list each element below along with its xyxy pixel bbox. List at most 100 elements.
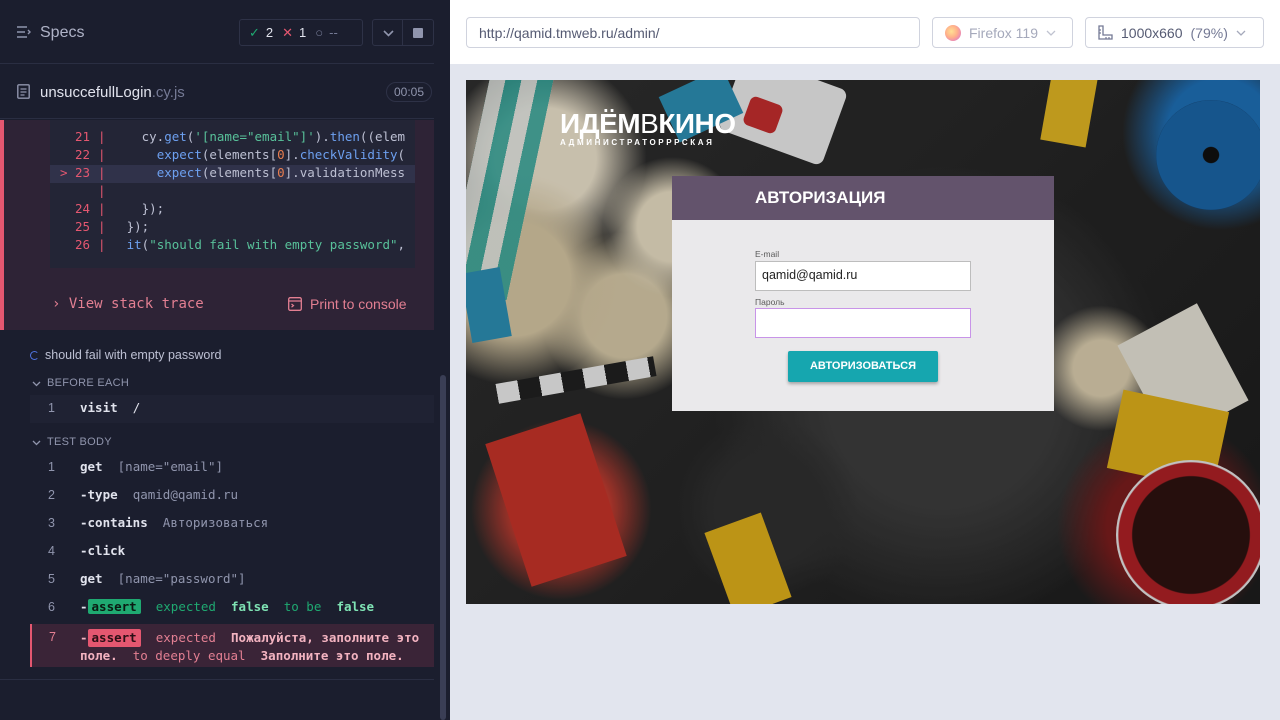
test-title[interactable]: should fail with empty password — [30, 348, 221, 362]
command-arg: Авторизоваться — [162, 515, 269, 530]
code-line: 22 | expect(elements[0].checkValidity( — [74, 147, 406, 162]
test-body-label: TEST BODY — [47, 436, 112, 448]
spec-ext-text: .cy.js — [151, 84, 185, 101]
chevron-down-icon — [32, 440, 41, 445]
site-logo-subtitle: АДМИНИСТРАТОРРРСКАЯ — [560, 138, 715, 147]
email-field[interactable]: qamid@qamid.ru — [755, 261, 971, 291]
command-row[interactable]: 2 -type qamid@qamid.ru — [30, 482, 434, 510]
command-row[interactable]: 1 visit / — [30, 395, 434, 423]
code-line: 24 | }); — [74, 201, 165, 216]
code-line: 25 | }); — [74, 219, 150, 234]
test-stats: ✓ 2 ✕ 1 ○ -- — [239, 19, 363, 46]
command-name: get — [80, 571, 103, 586]
pending-stat: ○ -- — [315, 25, 338, 40]
reporter-panel: Specs ✓ 2 ✕ 1 ○ -- unsuccefullLogin.cy.j… — [0, 0, 450, 720]
stop-icon — [413, 28, 423, 38]
code-frame: 21 | cy.get('[name="email"]').then((elem … — [50, 120, 415, 268]
code-text: expect(elements[0].validationMess — [156, 165, 406, 180]
assert-message: expected false to be false — [155, 599, 375, 614]
print-to-console-button[interactable]: Print to console — [288, 296, 407, 312]
assert-pass-row[interactable]: 6 - assert expected false to be false — [30, 594, 434, 622]
command-arg: [name="email"] — [117, 459, 223, 474]
command-row[interactable]: 3 -contains Авторизоваться — [30, 510, 434, 538]
print-to-console-label: Print to console — [310, 296, 407, 312]
spec-duration-badge: 00:05 — [386, 82, 432, 102]
command-arg: [name="password"] — [117, 571, 246, 586]
pending-count: -- — [329, 25, 338, 40]
login-button[interactable]: АВТОРИЗОВАТЬСЯ — [788, 351, 938, 382]
auth-form: АВТОРИЗАЦИЯ E-mail qamid@qamid.ru Пароль… — [672, 176, 1054, 411]
browser-selector[interactable]: Firefox 119 — [932, 17, 1073, 48]
chevron-down-icon — [32, 381, 41, 386]
site-logo[interactable]: ИДЁМВКИНО — [560, 108, 736, 140]
password-label: Пароль — [755, 297, 785, 307]
code-line: 26 | it("should fail with empty password"… — [74, 237, 406, 252]
command-number: 3 — [48, 516, 55, 530]
spec-name-text: unsuccefullLogin — [40, 84, 152, 101]
assert-message: - assert expected Пожалуйста, заполните э… — [80, 629, 420, 663]
chevron-right-icon: › — [52, 296, 61, 312]
password-field[interactable] — [755, 308, 971, 338]
code-line: 21 | cy.get('[name="email"]').then((elem — [74, 129, 406, 144]
before-each-label: BEFORE EACH — [47, 377, 130, 389]
view-stack-trace-link[interactable]: › View stack trace — [52, 296, 204, 312]
command-row[interactable]: 1 get [name="email"] — [30, 454, 434, 482]
command-number: 1 — [48, 401, 55, 415]
chevron-down-icon — [1046, 30, 1056, 36]
spec-filename[interactable]: unsuccefullLogin.cy.js — [40, 84, 185, 101]
failed-stat: ✕ 1 — [282, 25, 306, 41]
specs-title[interactable]: Specs — [40, 24, 84, 42]
command-number: 2 — [48, 488, 55, 502]
command-name: -click — [80, 543, 126, 558]
x-icon: ✕ — [282, 24, 294, 40]
stop-button[interactable] — [403, 19, 434, 46]
check-icon: ✓ — [249, 24, 260, 40]
view-stack-trace-label: View stack trace — [68, 296, 204, 312]
email-label: E-mail — [755, 249, 780, 259]
running-spinner-icon — [30, 350, 39, 360]
code-text: expect(elements[0].checkValidity( — [156, 147, 406, 162]
command-name: get — [80, 459, 103, 474]
command-number: 6 — [48, 600, 55, 614]
chevron-down-icon — [1236, 30, 1246, 36]
viewport-zoom: (79%) — [1190, 24, 1228, 41]
code-text: it("should fail with empty password", — [126, 237, 406, 252]
command-prefix: - — [80, 599, 88, 614]
assert-badge: assert — [87, 599, 141, 614]
file-icon — [17, 84, 30, 99]
auth-title: АВТОРИЗАЦИЯ — [755, 188, 886, 207]
url-bar[interactable]: http://qamid.tmweb.ru/admin/ — [466, 17, 920, 48]
code-text: }); — [111, 201, 165, 216]
terminal-icon — [288, 297, 302, 311]
firefox-icon — [945, 24, 961, 41]
reporter-scrollbar[interactable] — [440, 375, 446, 720]
assert-fail-row[interactable]: 7 - assert expected Пожалуйста, заполните… — [30, 624, 434, 667]
passed-stat: ✓ 2 — [249, 25, 273, 41]
code-text: }); — [111, 219, 150, 234]
code-line-highlighted: >23 | expect(elements[0].validationMess — [50, 165, 415, 183]
command-row[interactable]: 4 -click — [30, 538, 434, 566]
code-line-gutter: | — [98, 183, 106, 198]
divider — [0, 679, 434, 680]
auth-header: АВТОРИЗАЦИЯ — [672, 176, 1054, 220]
before-each-header[interactable]: BEFORE EACH — [32, 377, 129, 389]
test-title-text: should fail with empty password — [45, 348, 222, 362]
command-number: 5 — [48, 572, 55, 586]
command-arg: qamid@qamid.ru — [132, 487, 239, 502]
specs-list-icon[interactable] — [17, 25, 31, 39]
chevron-down-icon — [383, 30, 394, 37]
pending-circle-icon: ○ — [315, 25, 324, 40]
viewport-selector[interactable]: 1000x660 (79%) — [1085, 17, 1264, 48]
command-number: 4 — [48, 544, 55, 558]
assert-badge: assert — [87, 629, 141, 647]
command-number: 1 — [48, 460, 55, 474]
command-number: 7 — [49, 630, 56, 644]
command-arg: / — [132, 400, 141, 415]
viewport-size: 1000x660 — [1121, 24, 1183, 41]
expand-collapse-button[interactable] — [372, 19, 403, 46]
command-row[interactable]: 5 get [name="password"] — [30, 566, 434, 594]
failed-count: 1 — [299, 25, 307, 40]
command-name: -contains — [80, 515, 148, 530]
app-viewport: ИДЁМВКИНО АДМИНИСТРАТОРРРСКАЯ АВТОРИЗАЦИ… — [466, 80, 1260, 604]
test-body-header[interactable]: TEST BODY — [32, 436, 112, 448]
